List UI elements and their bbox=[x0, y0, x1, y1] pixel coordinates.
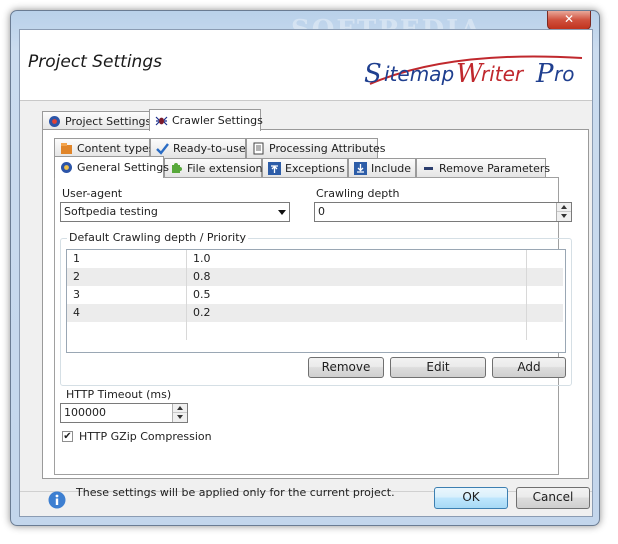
ok-button[interactable]: OK bbox=[434, 487, 508, 509]
priority-cell: 0.5 bbox=[187, 286, 527, 304]
arrow-down-bar-icon bbox=[354, 162, 367, 175]
gear-icon bbox=[61, 162, 72, 173]
tab-remove-parameters[interactable]: Remove Parameters bbox=[416, 158, 550, 178]
tab-include[interactable]: Include bbox=[348, 158, 416, 178]
logo-word: riter bbox=[481, 62, 525, 86]
user-agent-value: Softpedia testing bbox=[64, 205, 158, 218]
add-button[interactable]: Add bbox=[492, 357, 566, 378]
crawling-depth-value: 0 bbox=[318, 205, 325, 218]
remove-button[interactable]: Remove bbox=[308, 357, 384, 378]
header-banner: Project Settings S itemap W riter P ro bbox=[20, 30, 592, 101]
priority-cell: 0.2 bbox=[187, 304, 527, 322]
table-row[interactable]: 1 1.0 bbox=[67, 250, 563, 268]
tab-processing-attributes[interactable]: Processing Attributes bbox=[246, 138, 386, 158]
depth-cell: 4 bbox=[67, 304, 187, 322]
table-row-empty bbox=[67, 322, 563, 340]
gzip-checkbox[interactable]: ✔ bbox=[62, 431, 73, 442]
user-agent-select[interactable]: Softpedia testing bbox=[60, 202, 290, 222]
dialog-body: Project Settings S itemap W riter P ro P… bbox=[19, 29, 593, 517]
tab-label: Ready-to-use bbox=[173, 142, 246, 155]
page-title: Project Settings bbox=[28, 52, 162, 72]
priority-cell: 1.0 bbox=[187, 250, 527, 268]
depth-cell: 1 bbox=[67, 250, 187, 268]
stepper-up-arrow-icon[interactable] bbox=[557, 203, 571, 212]
table-row[interactable]: 2 0.8 bbox=[67, 268, 563, 286]
http-timeout-stepper[interactable]: 100000 bbox=[60, 403, 188, 423]
priority-cell: 0.8 bbox=[187, 268, 527, 286]
tab-exceptions[interactable]: Exceptions bbox=[262, 158, 348, 178]
depth-cell: 3 bbox=[67, 286, 187, 304]
depth-cell: 2 bbox=[67, 268, 187, 286]
tab-label: Include bbox=[371, 162, 412, 175]
folder-icon bbox=[61, 143, 72, 154]
edit-button[interactable]: Edit bbox=[390, 357, 486, 378]
stepper-down-arrow-icon[interactable] bbox=[557, 212, 571, 221]
stepper-down-arrow-icon[interactable] bbox=[173, 413, 187, 422]
logo-word: ro bbox=[554, 62, 574, 86]
tab-project-settings[interactable]: Project Settings bbox=[42, 111, 151, 131]
tab-general-settings[interactable]: General Settings bbox=[54, 156, 169, 178]
chevron-down-icon bbox=[278, 210, 286, 215]
logo-letter: S bbox=[364, 59, 382, 88]
tab-label: Exceptions bbox=[285, 162, 345, 175]
close-button[interactable]: ✕ bbox=[547, 11, 591, 30]
arrow-up-bar-icon bbox=[268, 162, 281, 175]
tab-label: Crawler Settings bbox=[172, 114, 263, 127]
document-icon bbox=[253, 142, 264, 155]
table-row[interactable]: 3 0.5 bbox=[67, 286, 563, 304]
depth-priority-table[interactable]: 1 1.0 2 0.8 3 0.5 4 0.2 bbox=[66, 249, 566, 353]
logo-word: itemap bbox=[384, 62, 454, 86]
stepper-up-arrow-icon[interactable] bbox=[173, 404, 187, 413]
tab-file-extension[interactable]: File extension bbox=[164, 158, 263, 178]
http-timeout-value: 100000 bbox=[64, 406, 106, 419]
user-agent-label: User-agent bbox=[62, 187, 123, 200]
tab-label: Remove Parameters bbox=[439, 162, 551, 175]
tab-label: File extension bbox=[187, 162, 263, 175]
group-label: Default Crawling depth / Priority bbox=[67, 231, 249, 244]
gear-icon bbox=[49, 116, 60, 127]
dialog-window: SOFTPEDIA ✕ Project Settings S itemap W … bbox=[10, 10, 600, 526]
info-message: These settings will be applied only for … bbox=[76, 486, 395, 499]
gzip-label: HTTP GZip Compression bbox=[79, 430, 212, 443]
http-timeout-label: HTTP Timeout (ms) bbox=[66, 388, 172, 401]
tab-label: Processing Attributes bbox=[269, 142, 386, 155]
minus-icon bbox=[424, 167, 433, 170]
crawling-depth-label: Crawling depth bbox=[316, 187, 400, 200]
puzzle-icon bbox=[172, 163, 182, 173]
table-row[interactable]: 4 0.2 bbox=[67, 304, 563, 322]
tab-crawler-settings[interactable]: Crawler Settings bbox=[149, 109, 263, 131]
tab-label: General Settings bbox=[77, 161, 169, 174]
sitemap-writer-pro-logo: S itemap W riter P ro bbox=[364, 55, 583, 88]
logo-letter: P bbox=[535, 59, 554, 88]
tab-ready-to-use[interactable]: Ready-to-use bbox=[150, 138, 246, 158]
checkmark-icon bbox=[156, 143, 169, 155]
info-icon bbox=[48, 491, 66, 509]
spider-icon bbox=[155, 116, 168, 126]
crawling-depth-stepper[interactable]: 0 bbox=[314, 202, 572, 222]
cancel-button[interactable]: Cancel bbox=[516, 487, 590, 509]
tab-content-types[interactable]: Content types bbox=[54, 138, 155, 158]
